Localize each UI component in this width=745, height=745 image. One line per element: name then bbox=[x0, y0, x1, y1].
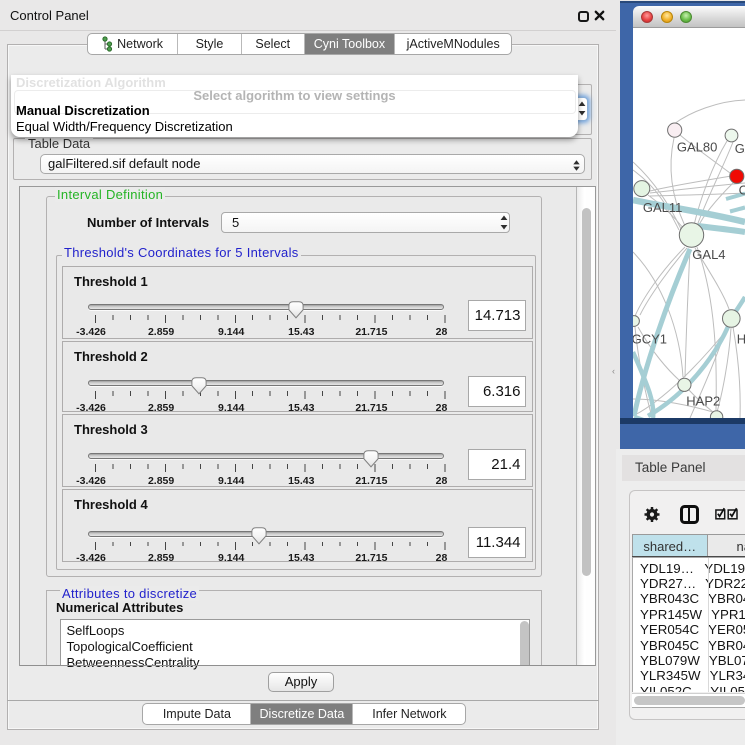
svg-text:HAP2: HAP2 bbox=[686, 394, 720, 409]
svg-text:GAL11: GAL11 bbox=[643, 200, 683, 215]
svg-text:GAL80: GAL80 bbox=[677, 140, 717, 155]
svg-text:H: H bbox=[737, 332, 745, 347]
svg-text:C: C bbox=[739, 183, 745, 198]
svg-text:GA: GA bbox=[735, 141, 745, 156]
svg-text:GCY1: GCY1 bbox=[633, 332, 667, 347]
svg-text:GAL4: GAL4 bbox=[692, 247, 725, 262]
